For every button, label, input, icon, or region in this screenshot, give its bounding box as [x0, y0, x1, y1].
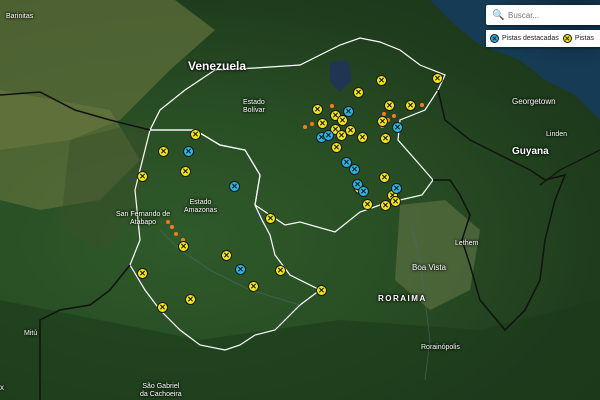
airplane-icon: ✕	[490, 34, 499, 43]
legend-item-airstrips[interactable]: ✕ Pistas	[562, 34, 594, 43]
featured-airstrip-marker[interactable]: ✕	[323, 130, 334, 141]
featured-airstrip-marker[interactable]: ✕	[391, 183, 402, 194]
airstrip-marker[interactable]: ✕	[384, 100, 395, 111]
label-roraima: RORAIMA	[378, 294, 427, 303]
airstrip-marker[interactable]: ✕	[376, 75, 387, 86]
map-view[interactable]: Barinitas Venezuela Estado Bolívar Georg…	[0, 0, 600, 400]
featured-airstrip-marker[interactable]: ✕	[235, 264, 246, 275]
label-mitu: Mitú	[24, 330, 38, 337]
airstrip-marker[interactable]: ✕	[137, 268, 148, 279]
airstrip-marker[interactable]: ✕	[221, 250, 232, 261]
legend-item-featured[interactable]: ✕ Pistas destacadas	[490, 34, 559, 43]
label-barinitas: Barinitas	[6, 13, 34, 20]
airstrip-marker[interactable]: ✕	[185, 294, 196, 305]
label-san-fernando: San Fernando de Atabapo	[116, 211, 171, 226]
featured-airstrip-marker[interactable]: ✕	[349, 164, 360, 175]
airplane-icon: ✕	[562, 34, 572, 43]
activity-dot	[174, 232, 178, 236]
featured-airstrip-marker[interactable]: ✕	[343, 106, 354, 117]
featured-airstrip-marker[interactable]: ✕	[358, 186, 369, 197]
map-terrain	[0, 0, 600, 400]
activity-dot	[420, 103, 424, 107]
activity-dot	[166, 220, 170, 224]
label-rorainopolis: Rorainópolis	[421, 344, 460, 351]
legend-featured-label: Pistas destacadas	[502, 35, 559, 42]
airstrip-marker[interactable]: ✕	[331, 142, 342, 153]
label-estado-amazonas: Estado Amazonas	[184, 199, 218, 214]
airstrip-marker[interactable]: ✕	[248, 281, 259, 292]
reservoir	[330, 60, 352, 92]
airstrip-marker[interactable]: ✕	[345, 125, 356, 136]
map-legend: ✕ Pistas destacadas ✕ Pistas	[486, 30, 600, 47]
search-input[interactable]	[506, 9, 590, 21]
featured-airstrip-marker[interactable]: ✕	[392, 122, 403, 133]
airstrip-marker[interactable]: ✕	[316, 285, 327, 296]
label-linden: Linden	[546, 131, 568, 138]
airstrip-marker[interactable]: ✕	[137, 171, 148, 182]
airstrip-marker[interactable]: ✕	[317, 118, 328, 129]
label-boa-vista: Boa Vista	[412, 263, 447, 272]
search-icon: 🔍	[492, 9, 505, 21]
activity-dot	[170, 225, 174, 229]
activity-dot	[330, 104, 334, 108]
airstrip-marker[interactable]: ✕	[390, 196, 401, 207]
airstrip-marker[interactable]: ✕	[157, 302, 168, 313]
activity-dot	[310, 122, 314, 126]
airstrip-marker[interactable]: ✕	[377, 116, 388, 127]
airstrip-marker[interactable]: ✕	[357, 132, 368, 143]
border-estado-amazonas	[129, 129, 322, 351]
forest-south	[0, 300, 600, 400]
airstrip-marker[interactable]: ✕	[379, 172, 390, 183]
label-edge-fragment: x	[0, 383, 4, 392]
airstrip-marker[interactable]: ✕	[405, 100, 416, 111]
airstrip-marker[interactable]: ✕	[353, 87, 364, 98]
label-lethem: Lethem	[455, 240, 479, 247]
activity-dot	[392, 114, 396, 118]
featured-airstrip-marker[interactable]: ✕	[183, 146, 194, 157]
airstrip-marker[interactable]: ✕	[362, 199, 373, 210]
label-guyana: Guyana	[512, 146, 549, 157]
airstrip-marker[interactable]: ✕	[178, 241, 189, 252]
activity-dot	[303, 125, 307, 129]
airstrip-marker[interactable]: ✕	[275, 265, 286, 276]
label-venezuela: Venezuela	[188, 59, 247, 73]
airstrip-marker[interactable]: ✕	[265, 213, 276, 224]
label-georgetown: Georgetown	[512, 97, 556, 106]
search-box[interactable]: 🔍	[486, 5, 600, 25]
airstrip-marker[interactable]: ✕	[180, 166, 191, 177]
featured-airstrip-marker[interactable]: ✕	[229, 181, 240, 192]
label-sao-gabriel: São Gabriel da Cachoeira	[140, 383, 182, 398]
airstrip-marker[interactable]: ✕	[380, 133, 391, 144]
airstrip-marker[interactable]: ✕	[158, 146, 169, 157]
label-estado-bolivar: Estado Bolívar	[243, 99, 265, 114]
airstrip-marker[interactable]: ✕	[432, 73, 443, 84]
airstrip-marker[interactable]: ✕	[312, 104, 323, 115]
legend-other-label: Pistas	[574, 35, 594, 42]
airstrip-marker[interactable]: ✕	[190, 129, 201, 140]
